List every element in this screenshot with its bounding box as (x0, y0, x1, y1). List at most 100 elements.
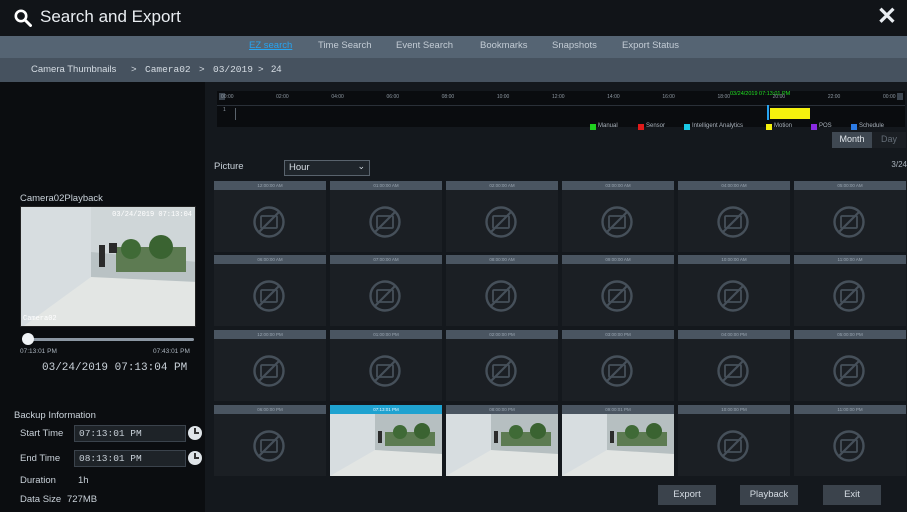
thumbnail-time-label: 04:00:00 PM (678, 330, 790, 339)
thumbnail-tile[interactable]: 04:00:00 AM (678, 181, 790, 252)
title-bar: Search and Export ✕ (0, 0, 907, 36)
thumbnail-tile[interactable]: 07:00:00 AM (330, 255, 442, 326)
thumbnail-tile[interactable]: 03:00:00 AM (562, 181, 674, 252)
thumbnail-tile[interactable]: 12:00:00 PM (214, 330, 326, 401)
no-image-icon (484, 354, 518, 388)
thumbnail-tile[interactable]: 10:00:00 PM (678, 405, 790, 476)
tab-ez-search[interactable]: EZ search (249, 40, 292, 51)
clock-icon[interactable] (188, 426, 202, 440)
breadcrumb-day[interactable]: 24 (271, 64, 282, 75)
no-image-icon (832, 354, 866, 388)
thumbnail-tile[interactable]: 02:00:00 PM (446, 330, 558, 401)
close-icon[interactable]: ✕ (877, 4, 897, 30)
thumbnail-tile[interactable]: 02:00:00 AM (446, 181, 558, 252)
thumbnail-snapshot (446, 414, 558, 476)
legend-swatch (766, 124, 772, 130)
thumbnail-time-label: 09:00:00 AM (562, 255, 674, 264)
current-timestamp: 03/24/2019 07:13:04 PM (42, 362, 188, 374)
breadcrumb-camera[interactable]: Camera02 (145, 64, 191, 75)
timeline[interactable]: 00:00 02:00 04:00 06:00 08:00 10:00 12:00 14:00… (217, 91, 905, 127)
legend-swatch (811, 124, 817, 130)
thumbnail-time-label: 10:00:00 AM (678, 255, 790, 264)
legend-swatch (638, 124, 644, 130)
tab-time-search[interactable]: Time Search (318, 40, 372, 51)
timeline-cursor[interactable] (767, 105, 769, 120)
thumbnail-tile[interactable]: 04:00:00 PM (678, 330, 790, 401)
no-image-icon (716, 205, 750, 239)
legend-label: Intelligent Analytics (692, 123, 744, 129)
timeline-hour-label: 14:00 (607, 94, 620, 100)
no-image-icon (716, 279, 750, 313)
playback-button[interactable]: Playback (740, 485, 798, 505)
exit-button[interactable]: Exit (823, 485, 881, 505)
timeline-hour-label: 18:00 (717, 94, 731, 100)
thumbnail-tile[interactable]: 11:00:00 PM (794, 405, 906, 476)
range-end-time: 07:43:01 PM (153, 348, 190, 355)
breadcrumb-separator: > (199, 64, 205, 75)
thumbnail-tile[interactable]: 05:00:00 AM (794, 181, 906, 252)
thumbnail-time-label: 11:00:00 AM (794, 255, 906, 264)
thumbnail-tile[interactable]: 01:00:00 AM (330, 181, 442, 252)
thumbnail-time-label: 08:00:00 AM (446, 255, 558, 264)
thumbnail-tile[interactable]: 09:00:00 AM (562, 255, 674, 326)
thumbnail-tile[interactable]: 05:00:00 PM (794, 330, 906, 401)
breadcrumb-month[interactable]: 03/2019 (213, 64, 253, 75)
thumbnail-tile[interactable]: 03:00:00 PM (562, 330, 674, 401)
thumbnail-tile[interactable]: 06:00:00 AM (214, 255, 326, 326)
no-image-icon (832, 205, 866, 239)
picture-interval-select[interactable]: Hour ⌄ (284, 160, 370, 176)
no-image-icon (716, 429, 750, 463)
thumbnail-time-label: 12:00:00 PM (214, 330, 326, 339)
tab-event-search[interactable]: Event Search (396, 40, 453, 51)
timeline-hour-label: 06:00 (386, 94, 400, 100)
thumbnail-tile[interactable]: 06:00:00 PM (214, 405, 326, 476)
thumbnail-time-label: 01:00:00 PM (330, 330, 442, 339)
timeline-hour-label: 12:00 (552, 94, 565, 100)
tab-bookmarks[interactable]: Bookmarks (480, 40, 528, 51)
no-image-icon (252, 354, 286, 388)
thumbnail-time-label: 06:00:00 PM (214, 405, 326, 414)
tab-snapshots[interactable]: Snapshots (552, 40, 597, 51)
timeline-hour-label: 02:00 (276, 94, 289, 100)
playback-frame-image (21, 207, 195, 326)
breadcrumb-camera-thumbnails[interactable]: Camera Thumbnails (31, 64, 116, 75)
timeline-hour-label: 04:00 (331, 94, 344, 100)
thumbnail-time-label: 08:00:00 PM (446, 405, 558, 414)
export-button[interactable]: Export (658, 485, 716, 505)
timeline-hour-label: 16:00 (662, 94, 675, 100)
no-image-icon (368, 354, 402, 388)
range-start-time: 07:13:01 PM (20, 348, 57, 355)
duration-value: 1h (78, 475, 89, 486)
thumbnail-tile[interactable]: 12:00:00 AM (214, 181, 326, 252)
playback-video[interactable]: 03/24/2019 07:13:04 Camera02 (20, 206, 196, 327)
timeline-hour-labels: 00:00 02:00 04:00 06:00 08:00 10:00 12:00 14:00… (217, 94, 905, 104)
playback-slider-handle[interactable] (22, 333, 34, 345)
day-button[interactable]: Day (872, 132, 906, 148)
clock-icon[interactable] (188, 451, 202, 465)
thumbnail-tile[interactable]: 01:00:00 PM (330, 330, 442, 401)
start-time-field[interactable]: 07:13:01 PM (74, 425, 186, 442)
no-image-icon (600, 354, 634, 388)
thumbnail-tile[interactable]: 07:13:01 PM (330, 405, 442, 476)
thumbnail-tile[interactable]: 11:00:00 AM (794, 255, 906, 326)
picture-interval-value: Hour (289, 162, 310, 173)
no-image-icon (484, 279, 518, 313)
thumbnail-time-label: 03:00:00 AM (562, 181, 674, 190)
thumbnail-tile[interactable]: 08:00:00 PM (446, 405, 558, 476)
tab-export-status[interactable]: Export Status (622, 40, 679, 51)
search-icon (14, 9, 32, 27)
thumbnail-tile[interactable]: 08:00:00 AM (446, 255, 558, 326)
picture-label: Picture (214, 161, 244, 172)
month-button[interactable]: Month (832, 132, 872, 148)
thumbnail-tile[interactable]: 09:00:01 PM (562, 405, 674, 476)
playback-slider-track[interactable] (26, 338, 194, 341)
end-time-field[interactable]: 08:13:01 PM (74, 450, 186, 467)
thumbnail-snapshot (330, 414, 442, 476)
no-image-icon (484, 205, 518, 239)
thumbnail-time-label: 09:00:01 PM (562, 405, 674, 414)
thumbnail-tile[interactable]: 10:00:00 AM (678, 255, 790, 326)
thumbnail-time-label: 04:00:00 AM (678, 181, 790, 190)
tab-bar: EZ search Time Search Event Search Bookm… (0, 36, 907, 58)
thumbnail-time-label: 03:00:00 PM (562, 330, 674, 339)
legend-label: Schedule (859, 123, 885, 129)
